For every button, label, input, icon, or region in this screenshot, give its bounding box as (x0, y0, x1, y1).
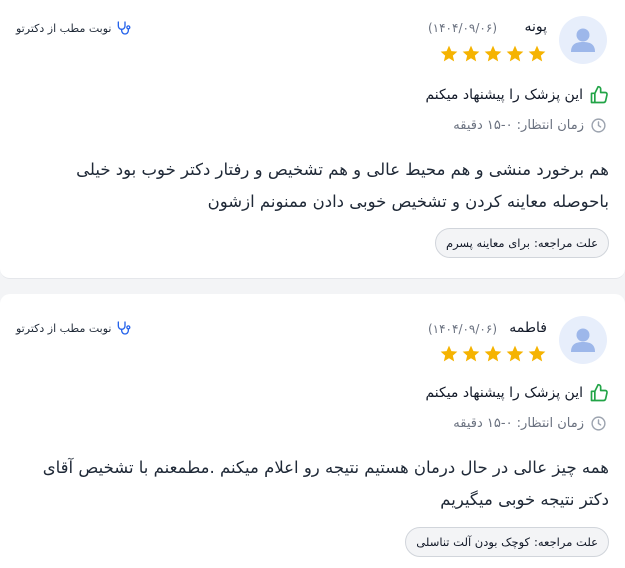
clock-icon (591, 416, 606, 431)
avatar (559, 16, 607, 64)
star-icon (484, 345, 502, 362)
star-icon (484, 45, 502, 62)
reviewer-name: فاطمه (509, 320, 547, 336)
wait-time-text: زمان انتظار: ۰-۱۵ دقیقه (453, 118, 584, 133)
reviews-page: پونه (۱۴۰۴/۰۹/۰۶) نوبت مطب از دکترتو این… (0, 0, 625, 568)
star-icon (528, 345, 546, 362)
star-icon (506, 45, 524, 62)
reviewer-name: پونه (524, 19, 547, 35)
book-appointment-label: نوبت مطب از دکترتو (16, 321, 112, 335)
recommend-row: این پزشک را پیشنهاد میکنم (425, 383, 609, 403)
wait-time-text: زمان انتظار: ۰-۱۵ دقیقه (453, 416, 584, 431)
clock-icon (591, 118, 606, 133)
star-icon (440, 345, 458, 362)
avatar (559, 316, 607, 364)
star-icon (462, 345, 480, 362)
review-card: پونه (۱۴۰۴/۰۹/۰۶) نوبت مطب از دکترتو این… (0, 0, 625, 279)
recommend-text: این پزشک را پیشنهاد میکنم (425, 87, 583, 103)
review-card: فاطمه (۱۴۰۴/۰۹/۰۶) نوبت مطب از دکترتو ای… (0, 294, 625, 568)
user-icon (571, 28, 595, 52)
visit-reason-value: برای معاینه پسرم (445, 236, 530, 250)
book-appointment-label: نوبت مطب از دکترتو (16, 21, 112, 35)
thumbs-up-icon (590, 383, 608, 402)
visit-reason-value: کوچک بودن آلت تناسلی (416, 535, 530, 549)
visit-reason-badge: علت مراجعه: برای معاینه پسرم (434, 228, 609, 258)
book-appointment-link[interactable]: نوبت مطب از دکترتو (16, 20, 131, 36)
review-comment: همه چیز عالی در حال درمان هستیم نتیجه رو… (42, 458, 609, 509)
stethoscope-icon (118, 321, 131, 335)
review-date: (۱۴۰۴/۰۹/۰۶) (427, 21, 497, 35)
review-date: (۱۴۰۴/۰۹/۰۶) (427, 322, 497, 336)
star-rating (439, 344, 547, 364)
stethoscope-icon (118, 21, 131, 35)
wait-time-row: زمان انتظار: ۰-۱۵ دقیقه (453, 415, 607, 432)
star-rating (439, 44, 547, 64)
star-icon (506, 345, 524, 362)
review-comment: هم برخورد منشی و هم محیط عالی و هم تشخیص… (76, 160, 609, 211)
visit-reason-label: علت مراجعه: (533, 236, 598, 250)
thumbs-up-icon (590, 85, 608, 104)
book-appointment-link[interactable]: نوبت مطب از دکترتو (16, 320, 131, 336)
star-icon (440, 45, 458, 62)
star-icon (462, 45, 480, 62)
user-icon (571, 328, 595, 352)
recommend-row: این پزشک را پیشنهاد میکنم (425, 85, 609, 105)
wait-time-row: زمان انتظار: ۰-۱۵ دقیقه (453, 117, 607, 134)
visit-reason-label: علت مراجعه: (533, 535, 598, 549)
visit-reason-badge: علت مراجعه: کوچک بودن آلت تناسلی (405, 527, 609, 557)
recommend-text: این پزشک را پیشنهاد میکنم (425, 385, 583, 401)
star-icon (528, 45, 546, 62)
